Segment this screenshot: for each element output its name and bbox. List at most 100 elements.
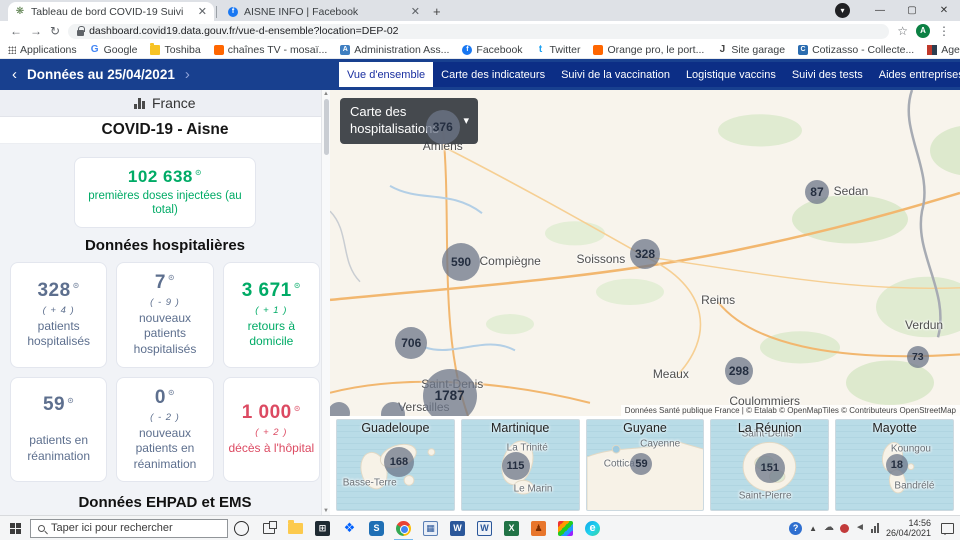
map-bubble[interactable]: 298 — [724, 356, 753, 385]
territory-bubble[interactable]: 151 — [754, 452, 785, 483]
country-selector[interactable]: France — [0, 90, 330, 117]
territory-map-martinique[interactable]: Martinique 115 La Trinité Le Marin — [460, 419, 580, 511]
info-icon[interactable]: ⊙ — [67, 396, 74, 405]
orange-app-taskbar-button[interactable]: ♟ — [525, 516, 552, 540]
previous-date-icon[interactable]: ‹ — [12, 66, 17, 83]
profile-avatar[interactable]: A — [916, 24, 930, 38]
info-icon[interactable]: ⊙ — [73, 281, 80, 290]
volume-icon[interactable]: ◄ — [855, 523, 865, 533]
bookmark-item[interactable]: G Google — [90, 44, 138, 56]
back-icon[interactable]: ← — [10, 24, 22, 38]
map-bubble[interactable]: 1787 — [422, 368, 477, 416]
territory-map-guadeloupe[interactable]: Guadeloupe 168 Basse-Terre — [336, 419, 455, 511]
bookmark-item[interactable]: f Facebook — [462, 44, 523, 56]
bookmark-star-icon[interactable]: ☆ — [897, 24, 908, 38]
territory-map-guyane[interactable]: Guyane 59 Cayenne Cottica — [585, 419, 705, 511]
maximize-icon[interactable]: ▢ — [896, 5, 928, 16]
task-view-taskbar-button[interactable] — [255, 516, 282, 540]
reload-icon[interactable]: ↻ — [50, 24, 60, 38]
help-icon[interactable]: ? — [789, 521, 803, 535]
stat-delta: ( - 2 ) — [150, 411, 180, 423]
excel-icon: X — [504, 520, 519, 536]
excel-taskbar-button[interactable]: X — [498, 516, 525, 540]
stat-card: 7 ⊙ ( - 9 ) nouveaux patients hospitalisés — [116, 261, 214, 368]
dropbox-taskbar-button[interactable]: ❖ — [336, 516, 363, 540]
bookmark-item[interactable]: Toshiba — [150, 42, 201, 56]
info-icon[interactable]: ⊙ — [294, 404, 301, 413]
browser-menu-icon[interactable]: ⋮ — [938, 24, 950, 38]
bookmark-item[interactable]: J Site garage — [717, 44, 786, 56]
minimize-icon[interactable]: — — [864, 5, 896, 16]
file-explorer-taskbar-button[interactable] — [282, 516, 309, 540]
map-bubble[interactable]: 376 — [425, 110, 460, 145]
info-icon[interactable]: ⊙ — [168, 388, 175, 397]
word-taskbar-button[interactable]: W — [444, 516, 471, 540]
info-icon[interactable]: ⊙ — [168, 273, 175, 282]
letter-c-icon: C — [798, 44, 809, 55]
territory-map-mayotte[interactable]: Mayotte 18 Koungou Bandrélé — [835, 419, 954, 511]
bookmark-item[interactable]: C Cotizasso - Collecte... — [798, 44, 914, 56]
nav-tab[interactable]: Aides entreprises — [871, 62, 960, 87]
photos-taskbar-button[interactable]: ▦ — [417, 516, 444, 540]
scrollbar-thumb[interactable] — [323, 99, 329, 155]
info-icon[interactable]: ⊙ — [294, 281, 301, 290]
chrome-taskbar-button[interactable] — [390, 516, 417, 540]
territory-bubble[interactable]: 168 — [383, 447, 414, 478]
taskbar-search[interactable]: Taper ici pour rechercher — [30, 518, 228, 538]
close-icon[interactable]: ✕ — [928, 5, 960, 16]
map-bubble[interactable]: 87 — [804, 180, 829, 205]
nav-tab[interactable]: Carte des indicateurs — [433, 62, 553, 87]
document-taskbar-button[interactable]: W — [471, 516, 498, 540]
start-button[interactable] — [0, 516, 30, 540]
map-bubble[interactable]: 706 — [395, 327, 428, 360]
nav-tab[interactable]: Vue d'ensemble — [339, 62, 434, 87]
vaccine-doses-card: 102 638 ⊙ premières doses injectées (au t… — [74, 157, 256, 228]
store-taskbar-button[interactable]: ⊞ — [309, 516, 336, 540]
scroll-down-icon[interactable]: ▼ — [323, 508, 329, 514]
nav-tab[interactable]: Suivi des tests — [784, 62, 871, 87]
chevron-up-icon[interactable]: ▲ — [809, 524, 817, 533]
alert-icon[interactable] — [840, 523, 850, 533]
next-date-icon[interactable]: › — [185, 66, 190, 83]
territory-bubble[interactable]: 18 — [885, 454, 908, 476]
browser-tab[interactable]: ❋ Tableau de bord COVID-19 Suivi ✕ — [8, 2, 214, 21]
territory-bubble[interactable]: 59 — [630, 453, 653, 476]
new-tab-button[interactable]: + — [433, 4, 441, 19]
bookmark-item[interactable]: Agenda Premier Mi... — [927, 44, 960, 56]
tab-close-icon[interactable]: ✕ — [411, 5, 420, 18]
bookmark-item[interactable]: t Twitter — [536, 44, 581, 56]
info-icon[interactable]: ⊙ — [195, 168, 202, 177]
browser-tab[interactable]: f AISNE INFO | Facebook ✕ — [221, 2, 427, 21]
bookmark-item[interactable]: Applications — [8, 44, 77, 56]
territory-bubble[interactable]: 115 — [501, 451, 530, 480]
date-label: Données au 25/04/2021 — [27, 67, 175, 82]
hospitalisations-map[interactable]: Carte des hospitalisations ▾ 376 87 590 328… — [330, 90, 960, 416]
forward-icon[interactable]: → — [30, 24, 42, 38]
nav-tab[interactable]: Suivi de la vaccination — [553, 62, 678, 87]
skype-taskbar-button[interactable]: S — [363, 516, 390, 540]
bookmark-item[interactable]: Orange pro, le port... — [593, 44, 704, 56]
nav-tab[interactable]: Logistique vaccins — [678, 62, 784, 87]
bookmark-item[interactable]: A Administration Ass... — [340, 44, 449, 56]
sidebar-scrollbar[interactable]: ▲ ▼ — [321, 90, 330, 515]
map-bubble[interactable]: 590 — [442, 243, 481, 282]
map-bubble[interactable]: 73 — [906, 346, 929, 369]
media-controls-button[interactable]: ▾ — [835, 3, 850, 18]
rainbow-app-taskbar-button[interactable] — [552, 516, 579, 540]
cloud-icon[interactable]: ☁ — [824, 523, 834, 533]
taskbar-clock[interactable]: 14:56 26/04/2021 — [886, 518, 931, 539]
document-icon: W — [477, 520, 492, 536]
action-center-icon[interactable] — [941, 522, 954, 535]
stat-delta: ( + 4 ) — [42, 304, 75, 316]
url-field[interactable]: dashboard.covid19.data.gouv.fr/vue-d-ens… — [68, 23, 890, 39]
network-icon[interactable] — [870, 523, 879, 533]
cortana-taskbar-button[interactable] — [228, 516, 255, 540]
edge-taskbar-button[interactable]: e — [579, 516, 606, 540]
bookmark-item[interactable]: chaînes TV - mosaï... — [213, 44, 327, 56]
scroll-up-icon[interactable]: ▲ — [323, 91, 329, 97]
bookmark-label: Administration Ass... — [354, 43, 450, 56]
territory-map-la-réunion[interactable]: La Réunion 151 Saint-Denis Saint-Pierre — [710, 419, 830, 511]
map-bubble[interactable]: 328 — [630, 238, 660, 269]
tab-close-icon[interactable]: ✕ — [198, 5, 207, 18]
clock-time: 14:56 — [908, 517, 931, 528]
